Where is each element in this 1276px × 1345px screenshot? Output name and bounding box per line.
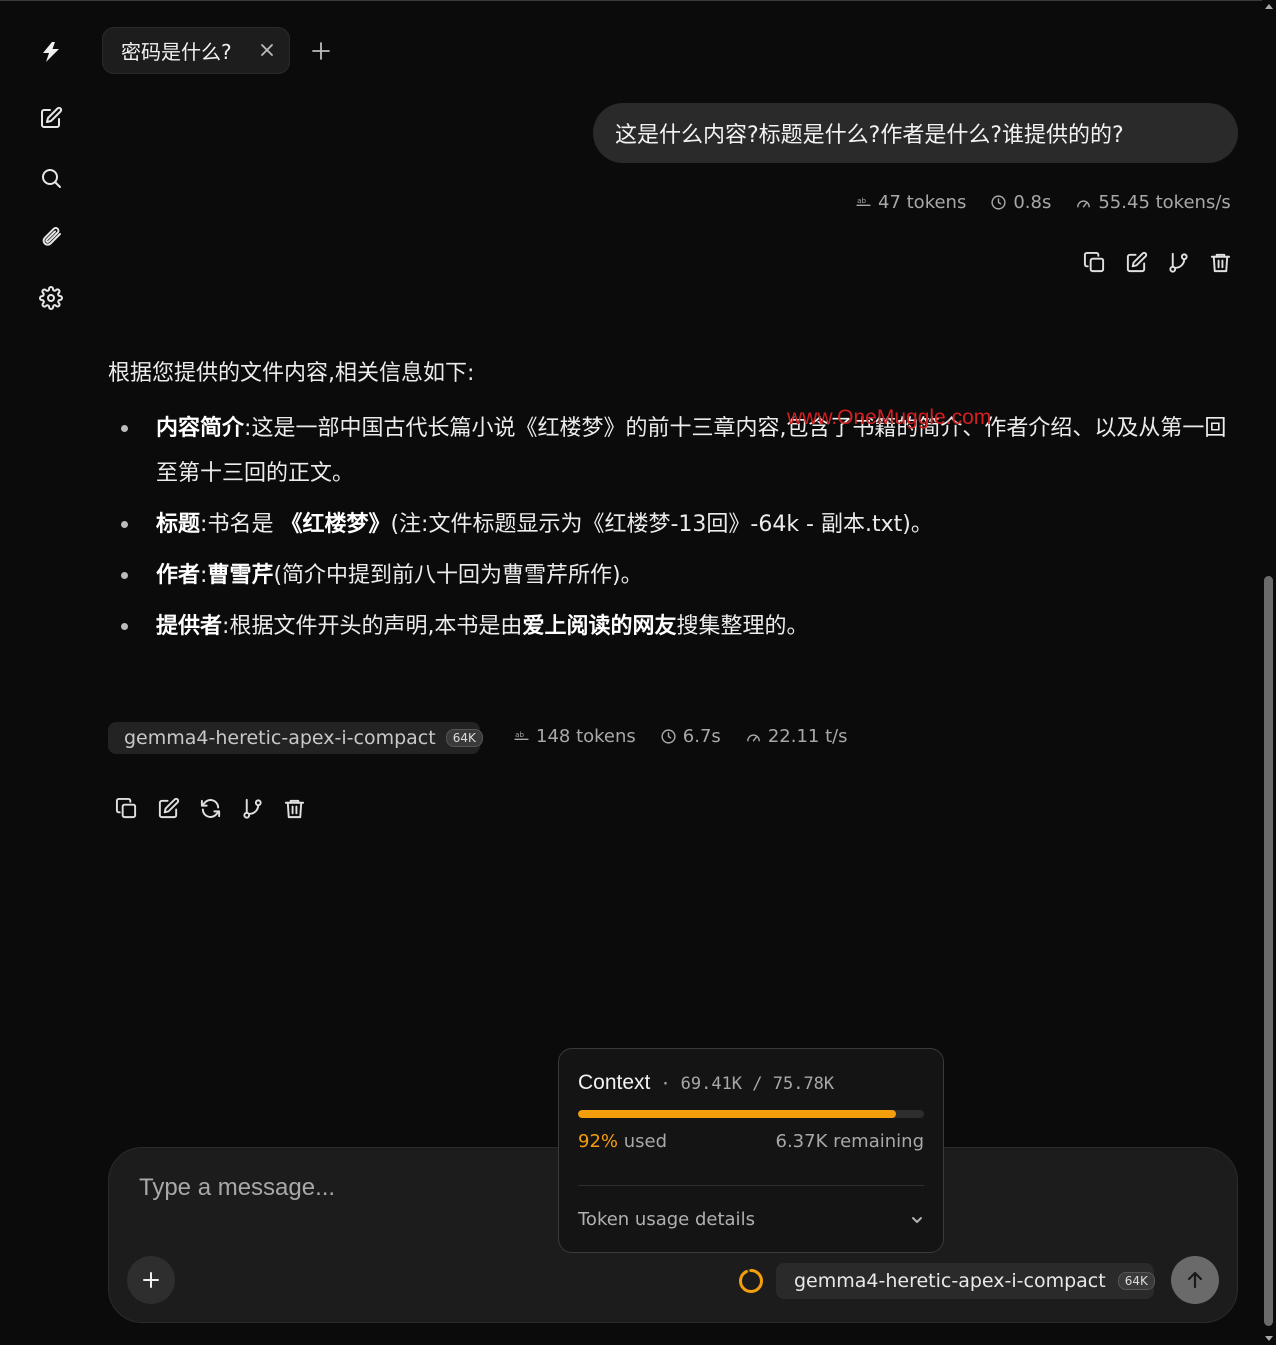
tab-label: 密码是什么? bbox=[121, 40, 232, 64]
context-used-text: 92% used bbox=[578, 1131, 667, 1152]
context-size-badge: 64K bbox=[445, 729, 483, 747]
model-name: gemma4-heretic-apex-i-compact bbox=[124, 727, 436, 749]
context-separator: · bbox=[660, 1074, 671, 1094]
response-time: 0.8s bbox=[990, 192, 1051, 213]
context-remaining-text: 6.37K remaining bbox=[775, 1131, 925, 1152]
tokens-icon: ab bbox=[856, 196, 871, 207]
bullet-prefix: 根据文件开头的声明,本书是由 bbox=[229, 614, 523, 639]
bullet-label: 内容简介 bbox=[156, 416, 245, 441]
context-usage-numbers: 69.41K / 75.78K bbox=[680, 1074, 835, 1094]
gauge-icon bbox=[1077, 200, 1091, 208]
list-item: 提供者:根据文件开头的声明,本书是由爱上阅读的网友搜集整理的。 bbox=[108, 604, 1243, 649]
svg-text:ab: ab bbox=[857, 196, 866, 205]
list-item: 内容简介:这是一部中国古代长篇小说《红楼梦》的前十三章内容,包含了书籍的简介、作… bbox=[108, 406, 1243, 496]
tokens-icon: ab bbox=[514, 730, 529, 741]
copy-icon[interactable] bbox=[114, 796, 138, 820]
lightning-logo-icon[interactable] bbox=[36, 37, 66, 67]
branch-icon[interactable] bbox=[1166, 250, 1190, 274]
token-count-text: 148 tokens bbox=[536, 726, 636, 747]
context-used-percent: 92% bbox=[578, 1131, 619, 1152]
send-button[interactable] bbox=[1171, 1256, 1219, 1304]
user-message-stats: ab 47 tokens 0.8s 55.45 tokens/s bbox=[855, 192, 1231, 213]
context-progress-bar bbox=[578, 1110, 924, 1118]
sidebar bbox=[0, 0, 102, 1345]
clock-icon bbox=[991, 195, 1006, 210]
close-tab-icon[interactable] bbox=[257, 40, 277, 60]
model-selector[interactable]: gemma4-heretic-apex-i-compact 64K bbox=[776, 1263, 1155, 1299]
divider bbox=[578, 1185, 924, 1186]
bullet-label: 提供者 bbox=[156, 614, 223, 639]
assistant-message: 根据您提供的文件内容,相关信息如下: 内容简介:这是一部中国古代长篇小说《红楼梦… bbox=[108, 356, 1243, 655]
scroll-thumb[interactable] bbox=[1264, 576, 1273, 1326]
tab-active-chat[interactable]: 密码是什么? bbox=[102, 27, 290, 74]
bullet-prefix: 书名是 bbox=[207, 512, 281, 537]
bullet-text: (简介中提到前八十回为曹雪芹所作)。 bbox=[273, 563, 643, 588]
edit-icon[interactable] bbox=[1124, 250, 1148, 274]
scroll-down-arrow[interactable] bbox=[1265, 1336, 1273, 1341]
token-speed-text: 22.11 t/s bbox=[767, 726, 848, 747]
token-speed-text: 55.45 tokens/s bbox=[1098, 192, 1231, 213]
bullet-label: 作者 bbox=[156, 563, 201, 588]
svg-text:ab: ab bbox=[515, 730, 524, 739]
context-title: Context bbox=[578, 1071, 651, 1094]
token-count-text: 47 tokens bbox=[878, 192, 967, 213]
branch-icon[interactable] bbox=[240, 796, 264, 820]
list-item: 作者:曹雪芹(简介中提到前八十回为曹雪芹所作)。 bbox=[108, 553, 1243, 598]
search-icon[interactable] bbox=[36, 163, 66, 193]
context-usage-ring-icon[interactable] bbox=[737, 1267, 765, 1295]
token-speed: 22.11 t/s bbox=[745, 726, 848, 747]
delete-icon[interactable] bbox=[282, 796, 306, 820]
context-size-badge: 64K bbox=[1117, 1272, 1155, 1290]
bullet-text: 搜集整理的。 bbox=[676, 614, 809, 639]
add-tab-icon[interactable] bbox=[310, 40, 332, 62]
chevron-down-icon bbox=[912, 1216, 922, 1223]
assistant-message-stats: ab 148 tokens 6.7s 22.11 t/s bbox=[513, 726, 848, 747]
response-time: 6.7s bbox=[660, 726, 721, 747]
context-header: Context · 69.41K / 75.78K bbox=[578, 1071, 834, 1095]
context-used-label: used bbox=[618, 1131, 668, 1152]
context-progress-fill bbox=[578, 1110, 897, 1118]
clock-icon bbox=[661, 729, 676, 744]
user-message-bubble: 这是什么内容?标题是什么?作者是什么?谁提供的的? bbox=[593, 103, 1238, 163]
bullet-label: 标题 bbox=[156, 512, 201, 537]
scroll-up-arrow[interactable] bbox=[1265, 4, 1273, 9]
response-intro: 根据您提供的文件内容,相关信息如下: bbox=[108, 361, 475, 386]
response-time-text: 6.7s bbox=[682, 726, 721, 747]
plus-icon bbox=[143, 1272, 159, 1288]
delete-icon[interactable] bbox=[1208, 250, 1232, 274]
gauge-icon bbox=[746, 734, 760, 742]
response-time-text: 0.8s bbox=[1013, 192, 1052, 213]
user-message-actions bbox=[1082, 250, 1232, 274]
context-usage-popover: Context · 69.41K / 75.78K 92% used 6.37K… bbox=[558, 1048, 944, 1253]
response-bullet-list: 内容简介:这是一部中国古代长篇小说《红楼梦》的前十三章内容,包含了书籍的简介、作… bbox=[108, 406, 1243, 649]
token-usage-details-label: Token usage details bbox=[578, 1209, 755, 1230]
bullet-text: 这是一部中国古代长篇小说《红楼梦》的前十三章内容,包含了书籍的简介、作者介绍、以… bbox=[156, 416, 1227, 486]
regenerate-icon[interactable] bbox=[198, 796, 222, 820]
model-name: gemma4-heretic-apex-i-compact bbox=[794, 1270, 1106, 1292]
add-attachment-button[interactable] bbox=[127, 1256, 175, 1304]
attachment-icon[interactable] bbox=[36, 223, 66, 253]
bullet-emphasis: 曹雪芹 bbox=[207, 563, 274, 588]
token-usage-details-toggle[interactable]: Token usage details bbox=[578, 1209, 924, 1230]
scrollbar[interactable] bbox=[1262, 0, 1276, 1345]
token-count: ab 47 tokens bbox=[855, 192, 966, 213]
assistant-message-actions bbox=[114, 796, 306, 820]
token-count: ab 148 tokens bbox=[513, 726, 636, 747]
token-speed: 55.45 tokens/s bbox=[1075, 192, 1231, 213]
bullet-text: (注:文件标题显示为《红楼梦-13回》-64k - 副本.txt)。 bbox=[390, 512, 933, 537]
arrow-up-icon bbox=[1187, 1271, 1203, 1289]
edit-icon[interactable] bbox=[156, 796, 180, 820]
assistant-model-chip[interactable]: gemma4-heretic-apex-i-compact 64K bbox=[108, 722, 483, 754]
list-item: 标题:书名是 《红楼梦》(注:文件标题显示为《红楼梦-13回》-64k - 副本… bbox=[108, 502, 1243, 547]
bullet-emphasis: 《红楼梦》 bbox=[280, 512, 391, 537]
new-chat-icon[interactable] bbox=[36, 103, 66, 133]
window-top-border bbox=[0, 0, 1276, 1]
copy-icon[interactable] bbox=[1082, 250, 1106, 274]
bullet-emphasis: 爱上阅读的网友 bbox=[522, 614, 677, 639]
settings-icon[interactable] bbox=[36, 283, 66, 313]
